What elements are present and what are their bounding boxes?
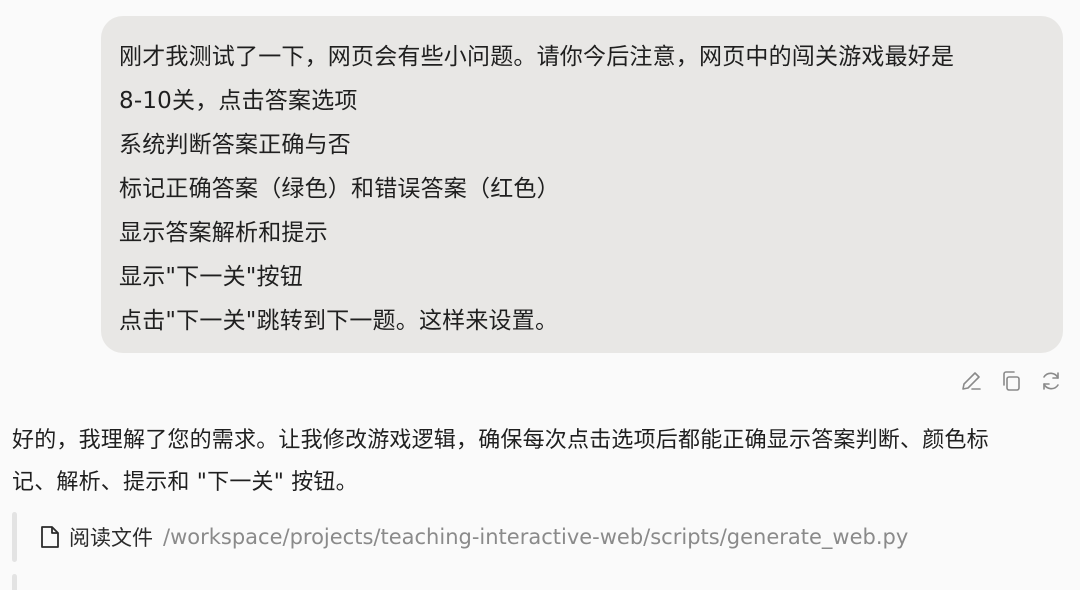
assistant-message-line: 记、解析、提示和 "下一关" 按钮。 [12, 470, 358, 495]
tool-call-file-path: /workspace/projects/teaching-interactive… [163, 525, 909, 549]
next-tool-call-indicator-bar [12, 574, 17, 590]
assistant-message-line: 好的，我理解了您的需求。让我修改游戏逻辑，确保每次点击选项后都能正确显示答案判断… [12, 428, 989, 453]
edit-button[interactable] [958, 368, 984, 394]
user-message-line: 标记正确答案（绿色）和错误答案（红色） [119, 176, 560, 202]
user-message-line: 显示答案解析和提示 [119, 220, 328, 246]
tool-call-label: 阅读文件 [69, 526, 153, 550]
user-message-line: 点击"下一关"跳转到下一题。这样来设置。 [119, 308, 559, 334]
copy-button[interactable] [998, 368, 1024, 394]
user-message-line: 刚才我测试了一下，网页会有些小问题。请你今后注意，网页中的闯关游戏最好是 [119, 44, 955, 70]
assistant-message: 好的，我理解了您的需求。让我修改游戏逻辑，确保每次点击选项后都能正确显示答案判断… [12, 420, 1068, 504]
user-message-line: 8-10关，点击答案选项 [119, 88, 358, 114]
copy-icon [1003, 371, 1020, 391]
user-message-bubble: 刚才我测试了一下，网页会有些小问题。请你今后注意，网页中的闯关游戏最好是 8-1… [101, 16, 1063, 353]
chat-page: 刚才我测试了一下，网页会有些小问题。请你今后注意，网页中的闯关游戏最好是 8-1… [0, 0, 1080, 590]
user-message-line: 显示"下一关"按钮 [119, 264, 303, 290]
regenerate-button[interactable] [1038, 368, 1064, 394]
user-message-line: 系统判断答案正确与否 [119, 132, 351, 158]
tool-call-read-file[interactable]: 阅读文件 /workspace/projects/teaching-intera… [12, 512, 1068, 562]
file-icon [39, 525, 61, 549]
message-actions [958, 368, 1064, 394]
tool-call-indicator-bar [12, 512, 17, 562]
edit-icon [962, 372, 981, 390]
regenerate-icon [1043, 372, 1059, 390]
